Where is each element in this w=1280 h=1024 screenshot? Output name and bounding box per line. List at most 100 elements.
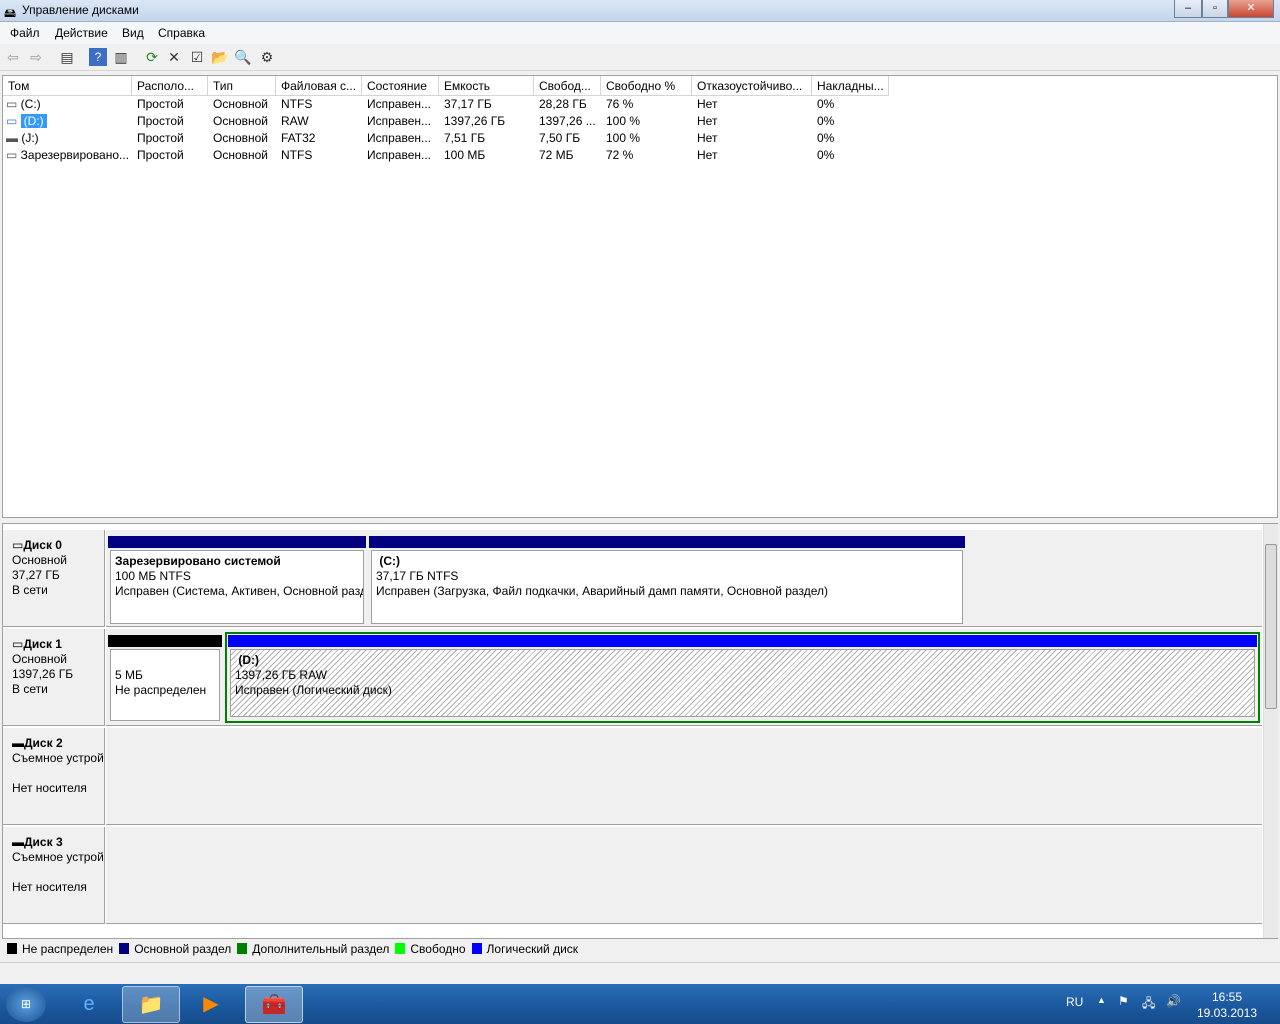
ie-icon[interactable]: e — [60, 986, 118, 1023]
column-header[interactable]: Файловая с... — [276, 76, 362, 96]
menu-file[interactable]: Файл — [10, 26, 40, 40]
refresh-icon[interactable]: ⟳ — [143, 48, 161, 66]
table-row[interactable]: ▭ (C:) Простой Основной NTFS Исправен... 37,1… — [3, 96, 1277, 113]
partition-title: Зарезервировано системой — [115, 554, 281, 568]
properties-icon[interactable]: ☑ — [188, 48, 206, 66]
volume-name: (C:) — [20, 97, 41, 111]
column-header[interactable]: Накладны... — [812, 76, 889, 96]
partition-reserved[interactable]: Зарезервировано системой 100 МБ NTFS Исп… — [108, 536, 366, 624]
maximize-button[interactable]: ▫ — [1202, 0, 1228, 18]
table-cell: 100 МБ — [444, 148, 486, 162]
table-cell: ▭ Зарезервировано... — [3, 147, 132, 164]
volume-name: Зарезервировано... — [20, 148, 130, 162]
table-row[interactable]: ▬ (J:) Простой Основной FAT32 Исправен... 7,5… — [3, 130, 1277, 147]
disk-status: В сети — [12, 583, 48, 597]
clock[interactable]: 16:55 19.03.2013 — [1195, 989, 1259, 1021]
table-cell: 37,17 ГБ — [444, 97, 492, 111]
explorer-icon[interactable]: 📁 — [122, 986, 180, 1023]
column-header[interactable]: Располо... — [132, 76, 208, 96]
column-header[interactable]: Тип — [208, 76, 276, 96]
table-cell: Исправен... — [367, 148, 432, 162]
volume-icon: ▭ — [6, 114, 21, 128]
menu-bar: Файл Действие Вид Справка — [0, 22, 1280, 44]
open-icon[interactable]: 📂 — [211, 48, 229, 66]
flag-icon[interactable]: ⚑ — [1118, 994, 1129, 1008]
table-row[interactable]: ▭ Зарезервировано... Простой Основной NTFS И… — [3, 147, 1277, 164]
column-header[interactable]: Свободно % — [601, 76, 692, 96]
table-cell: Основной — [213, 148, 269, 162]
column-header[interactable]: Свобод... — [534, 76, 601, 96]
legend-swatch — [237, 943, 248, 954]
disk-2-label[interactable]: ▬Диск 2 Съемное устройство Нет носителя — [3, 728, 105, 825]
menu-action[interactable]: Действие — [55, 26, 108, 40]
table-cell: ▭ (C:) — [3, 96, 132, 113]
disk-1-label[interactable]: ▭Диск 1 Основной 1397,26 ГБ В сети — [3, 629, 105, 726]
media-player-icon[interactable]: ▶ — [182, 986, 240, 1023]
scrollbar-thumb[interactable] — [1265, 544, 1277, 709]
table-cell: 0% — [817, 148, 835, 162]
volume-icon[interactable]: 🔊 — [1166, 994, 1181, 1008]
network-icon[interactable]: 🖧 — [1142, 994, 1155, 1015]
disk-0-label[interactable]: ▭Диск 0 Основной 37,27 ГБ В сети — [3, 530, 105, 627]
column-header[interactable]: Емкость — [439, 76, 534, 96]
table-cell: RAW — [281, 114, 309, 128]
disk-name: Диск 2 — [24, 736, 63, 750]
disk-icon: ▭ — [12, 637, 24, 651]
delete-icon[interactable]: ✕ — [165, 48, 183, 66]
table-cell: Нет — [697, 114, 718, 128]
menu-view[interactable]: Вид — [122, 26, 144, 40]
table-cell: Основной — [213, 114, 269, 128]
disk-size: 37,27 ГБ — [12, 568, 60, 582]
minimize-button[interactable]: ‒ — [1174, 0, 1202, 18]
legend-swatch — [7, 943, 17, 954]
disk-name: Диск 1 — [23, 637, 62, 651]
disk-size: 1397,26 ГБ — [12, 667, 74, 681]
disk-3-label[interactable]: ▬Диск 3 Съемное устройство Нет носителя — [3, 827, 105, 924]
help-icon[interactable]: ? — [89, 48, 107, 66]
disk-status: В сети — [12, 682, 48, 696]
legend-label: Свободно — [410, 942, 466, 956]
volume-name: (J:) — [21, 131, 39, 145]
table-cell: 1397,26 ГБ — [444, 114, 506, 128]
settings-icon[interactable]: ⚙ — [258, 48, 276, 66]
vertical-scrollbar[interactable] — [1263, 524, 1278, 938]
table-cell: Основной — [213, 131, 269, 145]
action-pane-icon[interactable]: ▥ — [112, 48, 130, 66]
forward-icon[interactable]: ⇨ — [27, 48, 45, 66]
volume-icon: ▭ — [6, 97, 21, 111]
column-header[interactable]: Том — [3, 76, 132, 96]
partition-title: (C:) — [379, 554, 400, 568]
disk-status: Нет носителя — [12, 880, 87, 894]
table-cell: NTFS — [281, 148, 313, 162]
partition-status: Исправен (Загрузка, Файл подкачки, Авари… — [376, 584, 828, 598]
toolbar: ⇦ ⇨ ▤ ? ▥ ⟳ ✕ ☑ 📂 🔍 ⚙ — [0, 44, 1280, 71]
disk-type: Съемное устройство — [12, 850, 104, 864]
table-cell: 7,50 ГБ — [539, 131, 581, 145]
language-indicator[interactable]: RU — [1066, 995, 1083, 1009]
partition-unallocated[interactable]: 5 МБ Не распределен — [108, 635, 222, 723]
table-cell: 76 % — [606, 97, 634, 111]
taskbar: ⊞ e 📁 ▶ 🧰 RU ▲ ⚑ 🖧 🔊 16:55 19.03.2013 — [0, 984, 1280, 1024]
table-cell: Простой — [137, 97, 184, 111]
partition-c[interactable]: (C:) 37,17 ГБ NTFS Исправен (Загрузка, Ф… — [369, 536, 965, 624]
column-header[interactable]: Отказоустойчиво... — [692, 76, 812, 96]
disk-3-area — [106, 827, 1262, 924]
status-bar — [0, 962, 1280, 984]
table-cell: FAT32 — [281, 131, 316, 145]
partition-size: 1397,26 ГБ RAW — [235, 668, 327, 682]
search-icon[interactable]: 🔍 — [234, 48, 252, 66]
close-button[interactable]: ✕ — [1228, 0, 1274, 18]
partition-status: Не распределен — [115, 683, 207, 697]
table-cell: 72 МБ — [539, 148, 574, 162]
menu-help[interactable]: Справка — [158, 26, 205, 40]
column-header[interactable]: Состояние — [362, 76, 439, 96]
table-cell: 7,51 ГБ — [444, 131, 486, 145]
table-row[interactable]: ▭ (D:) Простой Основной RAW Исправен... 1397,… — [3, 113, 1277, 130]
computer-management-icon[interactable]: 🧰 — [245, 986, 303, 1023]
show-hidden-icons-icon[interactable]: ▲ — [1097, 995, 1106, 1005]
start-button[interactable]: ⊞ — [6, 986, 46, 1022]
console-tree-icon[interactable]: ▤ — [58, 48, 76, 66]
table-cell: Основной — [213, 97, 269, 111]
partition-d[interactable]: (D:) 1397,26 ГБ RAW Исправен (Логический… — [225, 632, 1260, 723]
back-icon[interactable]: ⇦ — [4, 48, 22, 66]
